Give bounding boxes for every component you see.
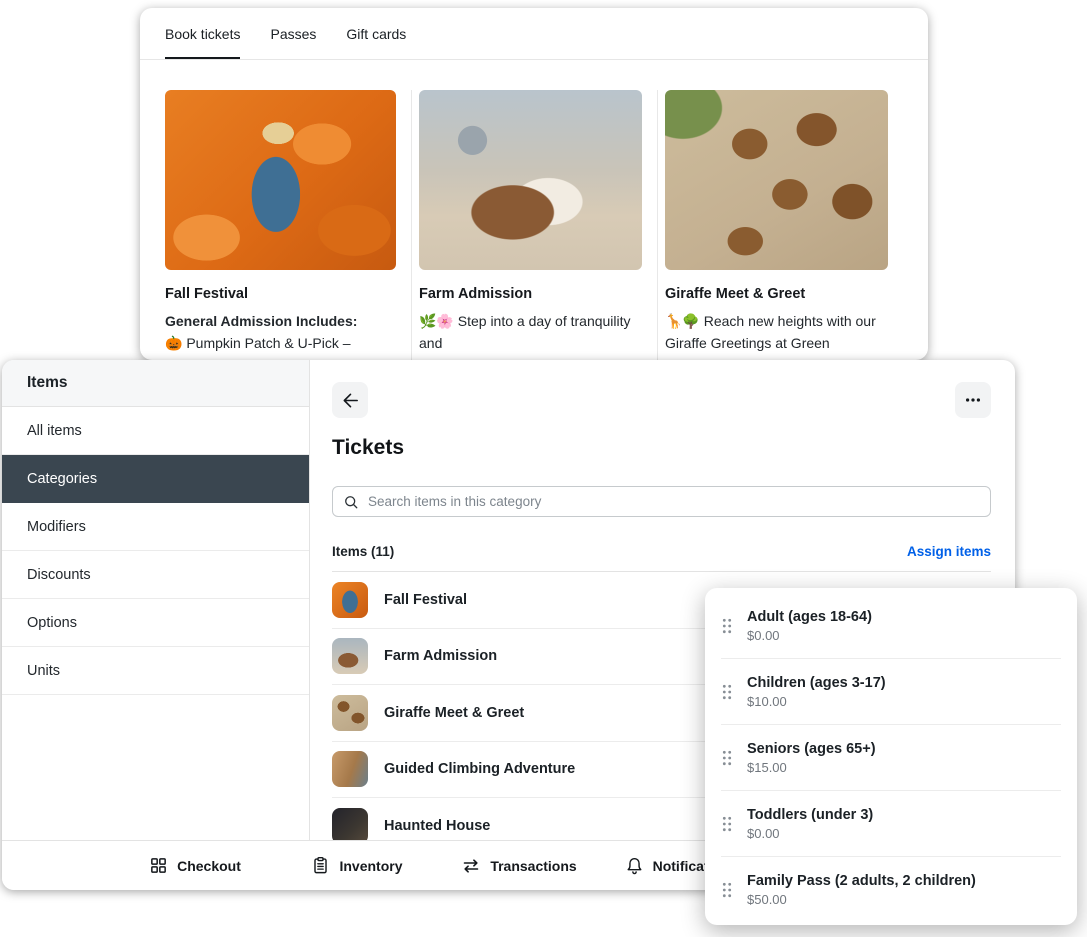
- card-description: General Admission Includes: 🎃 Pumpkin Pa…: [165, 310, 396, 360]
- variation-texts: Family Pass (2 adults, 2 children) $50.0…: [747, 873, 976, 907]
- nav-label: Checkout: [177, 858, 241, 874]
- transfer-arrows-icon: [461, 856, 481, 876]
- drag-handle-icon[interactable]: [722, 684, 732, 700]
- pumpkin-patch-girl-photo: [165, 90, 396, 270]
- card-description-line1: General Admission Includes:: [165, 310, 396, 332]
- nav-item-transactions[interactable]: Transactions: [438, 856, 600, 876]
- goat-at-fence-photo: [419, 90, 642, 270]
- cliff-thumb: [332, 751, 368, 787]
- product-card-fall-festival[interactable]: Fall Festival General Admission Includes…: [165, 90, 403, 360]
- variation-texts: Adult (ages 18-64) $0.00: [747, 609, 872, 643]
- list-header: Items (11) Assign items: [332, 544, 991, 559]
- card-description-line1: 🦒🌳 Reach new heights with our: [665, 310, 888, 332]
- sidebar-item-options[interactable]: Options: [2, 599, 309, 647]
- card-title: Fall Festival: [165, 286, 396, 302]
- booking-tabs-bar: Book tickets Passes Gift cards: [140, 8, 928, 60]
- product-card-giraffe-meet-greet[interactable]: Giraffe Meet & Greet 🦒🌳 Reach new height…: [657, 90, 895, 360]
- giraffe-thumb: [332, 695, 368, 731]
- item-name: Fall Festival: [384, 592, 467, 608]
- variations-panel: Adult (ages 18-64) $0.00 Children (ages …: [705, 588, 1077, 925]
- tab-book-tickets[interactable]: Book tickets: [165, 8, 240, 59]
- variation-row-adult[interactable]: Adult (ages 18-64) $0.00: [705, 593, 1077, 658]
- panel-header: [332, 382, 991, 418]
- variation-name: Family Pass (2 adults, 2 children): [747, 873, 976, 889]
- variation-price: $0.00: [747, 826, 873, 841]
- card-title: Giraffe Meet & Greet: [665, 286, 888, 302]
- page-title: Tickets: [332, 436, 991, 460]
- variation-price: $0.00: [747, 628, 872, 643]
- variation-name: Seniors (ages 65+): [747, 741, 876, 757]
- sidebar-item-categories[interactable]: Categories: [2, 455, 309, 503]
- variation-texts: Toddlers (under 3) $0.00: [747, 807, 873, 841]
- drag-handle-icon[interactable]: [722, 816, 732, 832]
- ellipsis-icon: [964, 391, 982, 409]
- variation-price: $10.00: [747, 694, 886, 709]
- back-arrow-icon: [341, 391, 360, 410]
- items-count-label: Items (11): [332, 544, 394, 559]
- back-button[interactable]: [332, 382, 368, 418]
- variation-price: $50.00: [747, 892, 976, 907]
- variation-name: Toddlers (under 3): [747, 807, 873, 823]
- booking-window: Book tickets Passes Gift cards Fall Fest…: [140, 8, 928, 360]
- category-search-box[interactable]: [332, 486, 991, 517]
- variation-name: Adult (ages 18-64): [747, 609, 872, 625]
- screenshot-canvas: Book tickets Passes Gift cards Fall Fest…: [0, 0, 1087, 937]
- goat-thumb: [332, 638, 368, 674]
- nav-label: Transactions: [490, 858, 576, 874]
- tab-passes[interactable]: Passes: [270, 8, 316, 59]
- product-cards-row: Fall Festival General Admission Includes…: [140, 60, 928, 360]
- drag-handle-icon[interactable]: [722, 882, 732, 898]
- variation-price: $15.00: [747, 760, 876, 775]
- variation-row-children[interactable]: Children (ages 3-17) $10.00: [705, 659, 1077, 724]
- grid-icon: [149, 856, 168, 875]
- sidebar-item-units[interactable]: Units: [2, 647, 309, 695]
- nav-item-inventory[interactable]: Inventory: [276, 856, 438, 875]
- card-title: Farm Admission: [419, 286, 642, 302]
- search-icon: [343, 494, 359, 510]
- item-name: Haunted House: [384, 818, 490, 834]
- variation-texts: Children (ages 3-17) $10.00: [747, 675, 886, 709]
- sidebar-item-all-items[interactable]: All items: [2, 407, 309, 455]
- card-description-line2: 🎃 Pumpkin Patch & U-Pick – Choose…: [165, 332, 396, 360]
- sidebar-title: Items: [2, 360, 309, 407]
- card-description: 🦒🌳 Reach new heights with our Giraffe Gr…: [665, 310, 888, 360]
- pumpkin-patch-thumb: [332, 582, 368, 618]
- variation-row-seniors[interactable]: Seniors (ages 65+) $15.00: [705, 725, 1077, 790]
- card-description-line2: Giraffe Greetings at Green Meadows…: [665, 332, 888, 360]
- item-name: Giraffe Meet & Greet: [384, 705, 524, 721]
- more-options-button[interactable]: [955, 382, 991, 418]
- variation-row-toddlers[interactable]: Toddlers (under 3) $0.00: [705, 791, 1077, 856]
- search-input[interactable]: [368, 494, 980, 509]
- drag-handle-icon[interactable]: [722, 750, 732, 766]
- product-card-farm-admission[interactable]: Farm Admission 🌿🌸 Step into a day of tra…: [411, 90, 649, 360]
- tab-gift-cards[interactable]: Gift cards: [346, 8, 406, 59]
- item-name: Farm Admission: [384, 648, 497, 664]
- variation-texts: Seniors (ages 65+) $15.00: [747, 741, 876, 775]
- item-name: Guided Climbing Adventure: [384, 761, 575, 777]
- sidebar-item-discounts[interactable]: Discounts: [2, 551, 309, 599]
- nav-label: Inventory: [339, 858, 402, 874]
- giraffe-closeup-photo: [665, 90, 888, 270]
- variation-name: Children (ages 3-17): [747, 675, 886, 691]
- nav-item-checkout[interactable]: Checkout: [114, 856, 276, 875]
- variation-row-family-pass[interactable]: Family Pass (2 adults, 2 children) $50.0…: [705, 857, 1077, 922]
- card-description-line1: 🌿🌸 Step into a day of tranquility and: [419, 310, 642, 354]
- drag-handle-icon[interactable]: [722, 618, 732, 634]
- items-sidebar: Items All items Categories Modifiers Dis…: [2, 360, 310, 840]
- bell-icon: [625, 856, 644, 875]
- sidebar-item-modifiers[interactable]: Modifiers: [2, 503, 309, 551]
- assign-items-link[interactable]: Assign items: [907, 544, 991, 559]
- card-description: 🌿🌸 Step into a day of tranquility and na…: [419, 310, 642, 360]
- dark-house-thumb: [332, 808, 368, 840]
- clipboard-icon: [311, 856, 330, 875]
